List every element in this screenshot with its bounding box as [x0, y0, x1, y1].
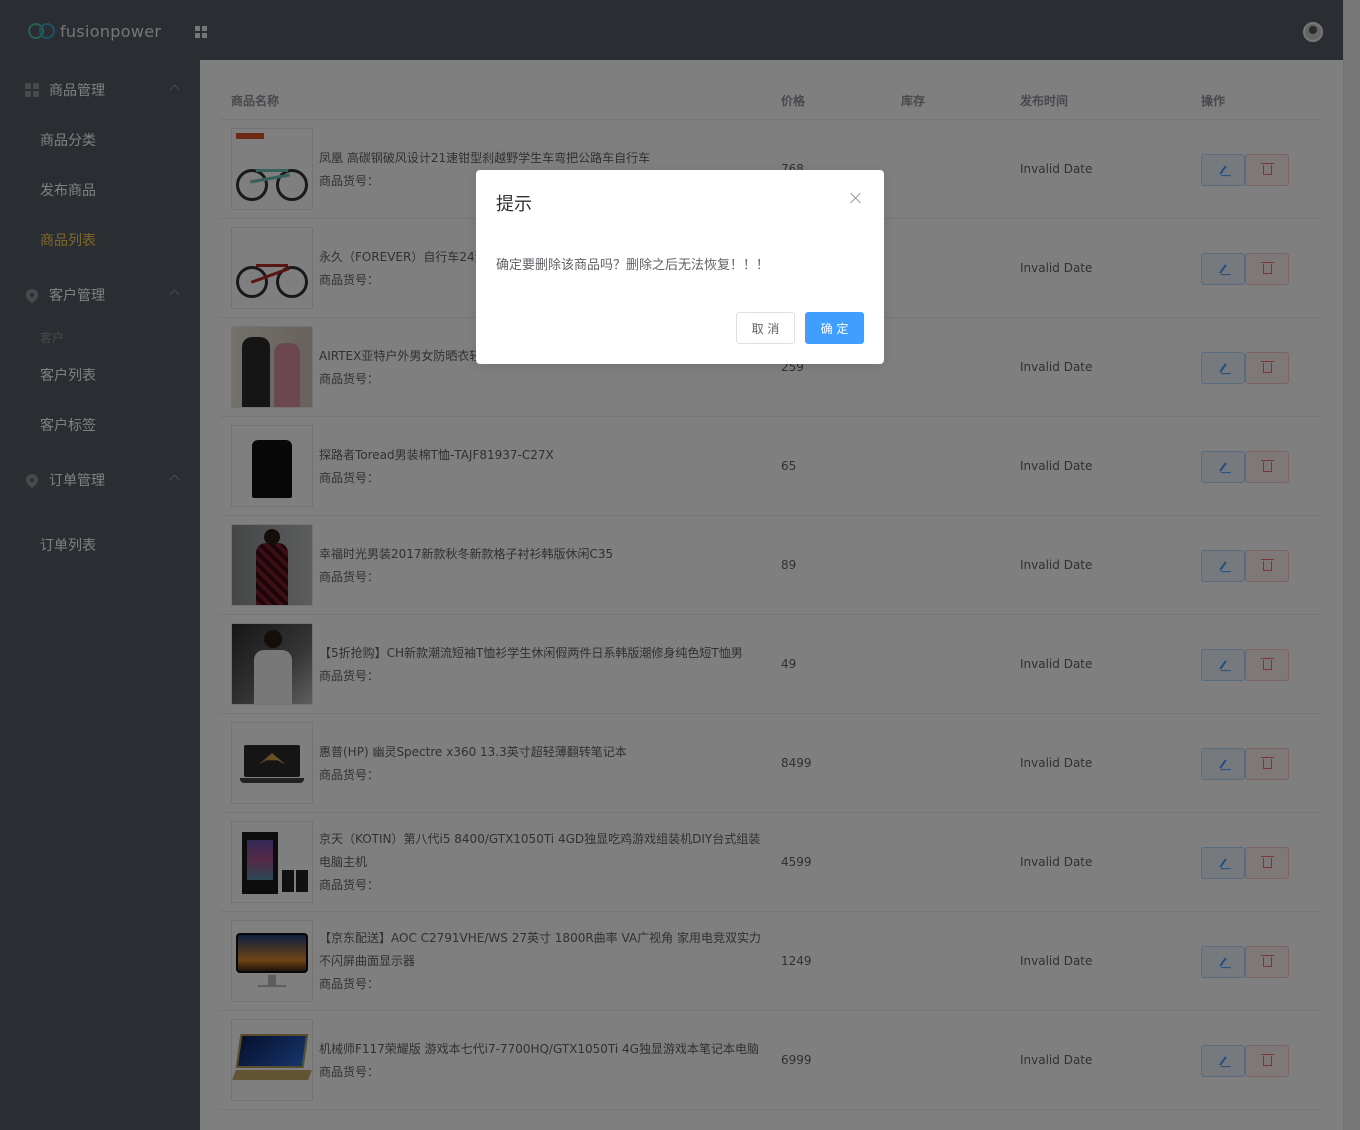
confirm-dialog: 提示 确定要删除该商品吗？删除之后无法恢复！！！ 取 消 确 定	[476, 170, 884, 364]
cancel-button[interactable]: 取 消	[736, 312, 795, 344]
close-icon[interactable]	[848, 190, 864, 206]
dialog-message: 确定要删除该商品吗？删除之后无法恢复！！！	[496, 258, 770, 273]
dialog-title: 提示	[496, 194, 532, 215]
confirm-button[interactable]: 确 定	[805, 312, 864, 344]
